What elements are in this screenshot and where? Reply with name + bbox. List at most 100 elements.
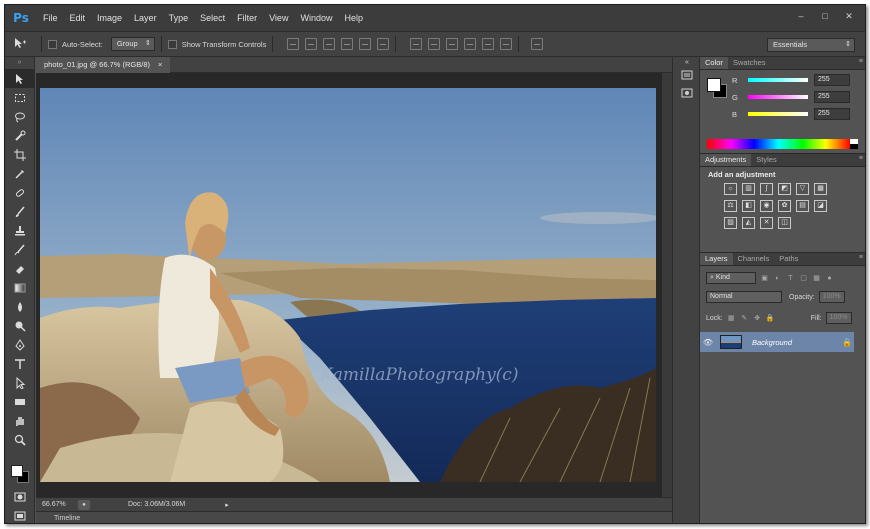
zoom-tool-button[interactable]	[5, 430, 35, 449]
blue-channel-slider[interactable]	[748, 112, 808, 116]
green-channel-slider[interactable]	[748, 95, 808, 99]
distribute-vcenter-icon[interactable]	[428, 38, 441, 50]
tab-paths[interactable]: Paths	[774, 253, 803, 265]
brush-tool-button[interactable]	[5, 202, 35, 221]
type-filter-icon[interactable]: T	[786, 274, 795, 283]
history-panel-icon[interactable]	[673, 69, 701, 87]
red-channel-input[interactable]: 255	[814, 74, 850, 86]
lock-position-icon[interactable]: ✥	[753, 314, 762, 323]
distribute-top-icon[interactable]	[410, 38, 423, 50]
tab-channels[interactable]: Channels	[733, 253, 775, 265]
lasso-tool-button[interactable]	[5, 107, 35, 126]
image-canvas[interactable]: KamillaPhotography(c)	[40, 88, 656, 482]
eyedropper-tool-button[interactable]	[5, 164, 35, 183]
distribute-hcenter-icon[interactable]	[482, 38, 495, 50]
adjustment-filter-icon[interactable]: ◐	[773, 274, 782, 283]
posterize-icon[interactable]: ▨	[724, 217, 737, 229]
align-horizontal-centers-icon[interactable]	[359, 38, 372, 50]
zoom-level[interactable]: 66.67%	[42, 501, 76, 508]
vertical-scrollbar[interactable]	[662, 73, 672, 498]
panel-foreground-swatch[interactable]	[707, 78, 721, 92]
hand-tool-button[interactable]	[5, 411, 35, 430]
hue-saturation-icon[interactable]: ▦	[814, 183, 827, 195]
history-brush-tool-button[interactable]	[5, 240, 35, 259]
foreground-color-swatch[interactable]	[11, 465, 23, 477]
layer-row-background[interactable]: 👁 Background 🔒	[700, 332, 854, 352]
menu-filter[interactable]: Filter	[231, 13, 263, 23]
menu-type[interactable]: Type	[163, 13, 195, 23]
spot-healing-tool-button[interactable]	[5, 183, 35, 202]
layer-name[interactable]: Background	[752, 338, 842, 347]
tab-swatches[interactable]: Swatches	[728, 57, 771, 69]
photo-filter-icon[interactable]: ◉	[760, 200, 773, 212]
screen-mode-icon[interactable]	[5, 506, 35, 523]
status-expand-arrow-icon[interactable]: ▸	[225, 501, 229, 509]
align-top-edges-icon[interactable]	[287, 38, 300, 50]
menu-image[interactable]: Image	[91, 13, 128, 23]
path-selection-tool-button[interactable]	[5, 373, 35, 392]
align-vertical-centers-icon[interactable]	[305, 38, 318, 50]
layer-filter-kind-dropdown[interactable]: ⌕ Kind	[706, 272, 756, 284]
smart-object-filter-icon[interactable]: ▦	[812, 274, 821, 283]
channel-mixer-icon[interactable]: ✿	[778, 200, 791, 212]
auto-select-option[interactable]: Auto-Select:	[48, 39, 103, 49]
menu-help[interactable]: Help	[338, 13, 369, 23]
color-spectrum-ramp[interactable]	[707, 139, 858, 149]
brightness-contrast-icon[interactable]: ☼	[724, 183, 737, 195]
eraser-tool-button[interactable]	[5, 259, 35, 278]
panel-menu-icon[interactable]: ≡	[859, 254, 863, 261]
auto-select-dropdown[interactable]: Group	[110, 37, 155, 51]
menu-file[interactable]: File	[37, 13, 64, 23]
color-lookup-icon[interactable]: ▤	[796, 200, 809, 212]
blur-tool-button[interactable]	[5, 297, 35, 316]
shape-filter-icon[interactable]: ▢	[799, 274, 808, 283]
pixel-filter-icon[interactable]: ▣	[760, 274, 769, 283]
blue-channel-input[interactable]: 255	[814, 108, 850, 120]
marquee-tool-button[interactable]	[5, 88, 35, 107]
exposure-icon[interactable]: ◩	[778, 183, 791, 195]
type-tool-button[interactable]	[5, 354, 35, 373]
clone-stamp-tool-button[interactable]	[5, 221, 35, 240]
vibrance-icon[interactable]: ▽	[796, 183, 809, 195]
move-tool-icon[interactable]	[5, 37, 35, 52]
visibility-eye-icon[interactable]: 👁	[700, 338, 716, 347]
invert-icon[interactable]: ◪	[814, 200, 827, 212]
status-info-icon[interactable]: ●	[78, 499, 90, 510]
menu-view[interactable]: View	[263, 13, 294, 23]
dodge-tool-button[interactable]	[5, 316, 35, 335]
fill-input[interactable]: 100%	[825, 312, 852, 324]
align-left-edges-icon[interactable]	[341, 38, 354, 50]
show-transform-checkbox[interactable]	[167, 39, 177, 49]
crop-tool-button[interactable]	[5, 145, 35, 164]
menu-window[interactable]: Window	[294, 13, 338, 23]
black-white-icon[interactable]: ◧	[742, 200, 755, 212]
gradient-map-icon[interactable]: ✕	[760, 217, 773, 229]
panel-menu-icon[interactable]: ≡	[859, 155, 863, 162]
maximize-button[interactable]: □	[815, 9, 835, 23]
auto-select-checkbox[interactable]	[48, 39, 57, 49]
distribute-left-icon[interactable]	[464, 38, 477, 50]
tab-adjustments[interactable]: Adjustments	[700, 154, 752, 166]
rectangle-tool-button[interactable]	[5, 392, 35, 411]
lock-image-icon[interactable]: ✎	[740, 314, 749, 323]
opacity-input[interactable]: 100%	[818, 291, 845, 303]
distribute-right-icon[interactable]	[500, 38, 513, 50]
align-right-edges-icon[interactable]	[377, 38, 390, 50]
threshold-icon[interactable]: ◭	[742, 217, 755, 229]
filter-toggle-icon[interactable]: ●	[825, 274, 834, 283]
dock-collapse-icon[interactable]: «	[673, 57, 701, 69]
tab-layers[interactable]: Layers	[700, 253, 733, 265]
timeline-panel-tab[interactable]: Timeline	[36, 511, 672, 523]
auto-align-layers-icon[interactable]	[531, 38, 544, 50]
show-transform-option[interactable]: Show Transform Controls	[167, 39, 266, 49]
align-bottom-edges-icon[interactable]	[323, 38, 336, 50]
levels-icon[interactable]: ▥	[742, 183, 755, 195]
close-tab-icon[interactable]: ×	[158, 57, 162, 73]
quick-select-tool-button[interactable]	[5, 126, 35, 145]
pen-tool-button[interactable]	[5, 335, 35, 354]
green-channel-input[interactable]: 255	[814, 91, 850, 103]
menu-layer[interactable]: Layer	[128, 13, 163, 23]
gradient-tool-button[interactable]	[5, 278, 35, 297]
tab-color[interactable]: Color	[700, 57, 728, 69]
document-tab[interactable]: photo_01.jpg @ 66.7% (RGB/8) ×	[36, 57, 171, 73]
